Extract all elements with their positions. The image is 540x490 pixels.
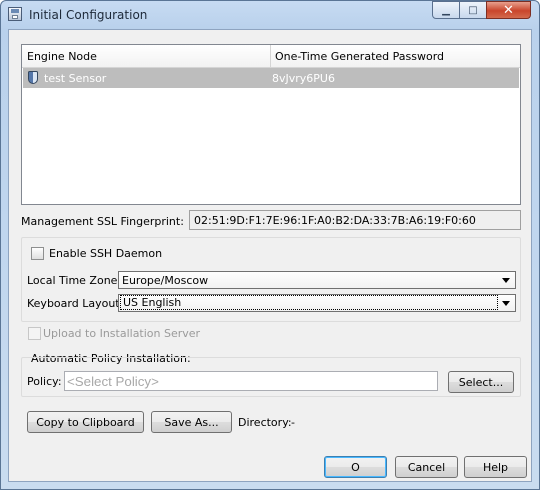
keyboard-layout-label: Keyboard Layout: <box>27 297 124 310</box>
policy-input[interactable] <box>64 371 438 391</box>
table-row[interactable]: test Sensor 8vJvry6PU6 <box>23 68 519 88</box>
save-as-button[interactable]: Save As... <box>151 411 232 433</box>
save-disk-icon <box>8 7 22 21</box>
cancel-button[interactable]: Cancel <box>395 456 458 478</box>
close-button[interactable]: ✕ <box>486 1 531 19</box>
password-cell: 8vJvry6PU6 <box>272 72 335 85</box>
timezone-value: Europe/Moscow <box>122 274 209 287</box>
enable-ssh-label: Enable SSH Daemon <box>49 247 163 260</box>
help-button[interactable]: Help <box>464 456 527 478</box>
window-title: Initial Configuration <box>29 8 148 22</box>
column-header-password[interactable]: One-Time Generated Password <box>275 50 444 63</box>
enable-ssh-checkbox[interactable] <box>31 247 44 260</box>
select-policy-button[interactable]: Select... <box>448 371 514 393</box>
dialog-window: Initial Configuration ▁ □ ✕ Engine Node … <box>0 0 540 490</box>
fingerprint-label: Management SSL Fingerprint: <box>21 215 184 228</box>
directory-value: - <box>291 416 295 429</box>
keyboard-layout-select[interactable]: US English <box>118 294 516 312</box>
ok-button[interactable]: O <box>324 456 387 478</box>
title-bar[interactable]: Initial Configuration ▁ □ ✕ <box>1 1 539 29</box>
minimize-button[interactable]: ▁ <box>432 1 460 19</box>
copy-to-clipboard-button[interactable]: Copy to Clipboard <box>27 411 144 433</box>
upload-installation-server-checkbox[interactable] <box>28 327 41 340</box>
ssh-settings-group: Enable SSH Daemon Local Time Zone: Europ… <box>21 237 521 322</box>
table-header: Engine Node One-Time Generated Password <box>22 45 520 68</box>
chevron-down-icon <box>502 301 510 306</box>
maximize-button[interactable]: □ <box>459 1 487 19</box>
dialog-content: Engine Node One-Time Generated Password … <box>8 29 532 482</box>
column-divider[interactable] <box>270 45 271 67</box>
column-header-engine-node[interactable]: Engine Node <box>27 50 97 63</box>
upload-installation-server-label: Upload to Installation Server <box>43 327 201 340</box>
engine-node-cell: test Sensor <box>44 72 107 85</box>
shield-icon <box>28 71 38 84</box>
fingerprint-value: 02:51:9D:F1:7E:96:1F:A0:B2:DA:33:7B:A6:1… <box>189 210 521 230</box>
policy-label: Policy: <box>27 375 62 388</box>
keyboard-layout-value: US English <box>120 295 498 310</box>
timezone-label: Local Time Zone: <box>27 274 122 287</box>
timezone-select[interactable]: Europe/Moscow <box>118 271 516 289</box>
policy-group: Policy: Select... <box>21 357 521 397</box>
engine-password-table[interactable]: Engine Node One-Time Generated Password … <box>21 44 521 205</box>
directory-label: Directory: <box>238 416 292 429</box>
chevron-down-icon <box>502 278 510 283</box>
